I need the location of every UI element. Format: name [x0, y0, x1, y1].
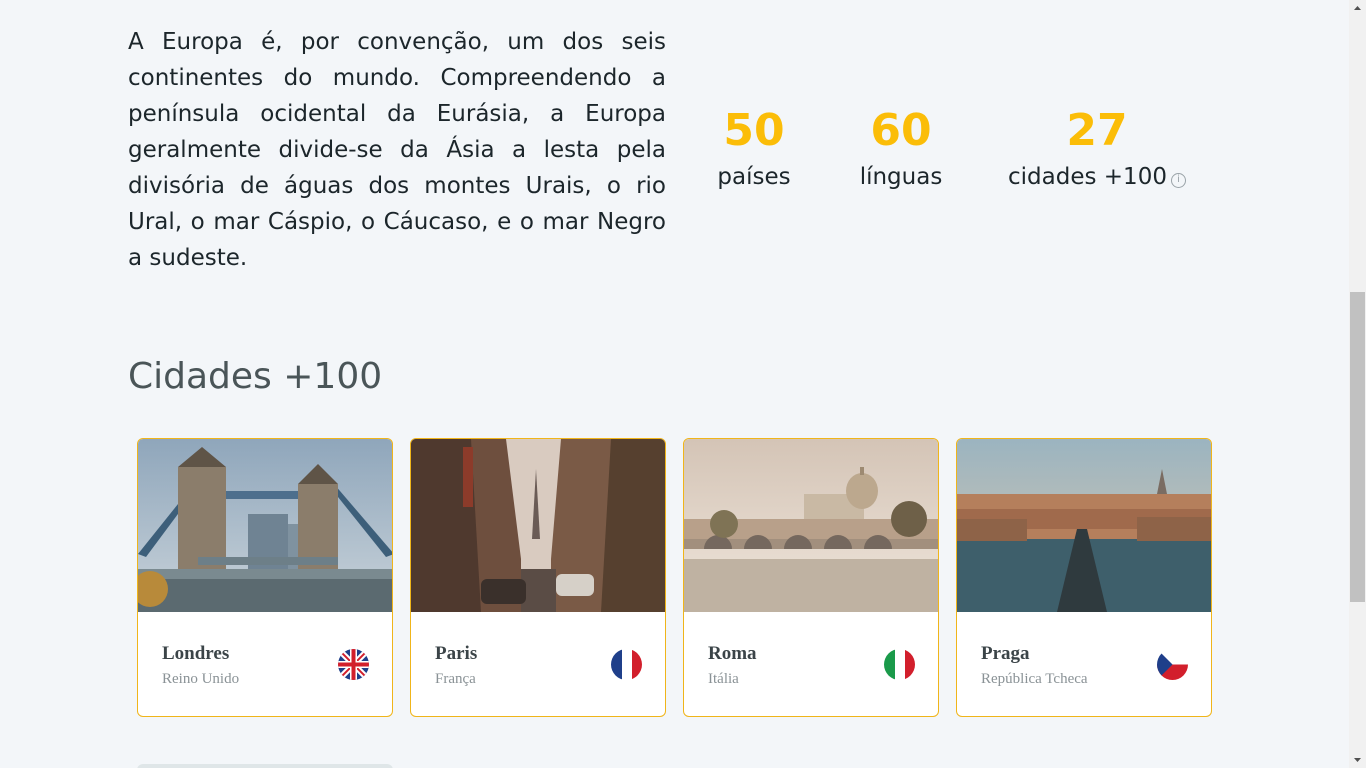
scroll-down-arrow-icon[interactable] [1349, 751, 1366, 768]
city-name: Paris [435, 643, 478, 664]
stat-countries-label: países [717, 164, 791, 190]
city-country: República Tcheca [981, 671, 1088, 687]
intro-paragraph: A Europa é, por convenção, um dos seis c… [128, 29, 666, 271]
scrollbar-thumb[interactable] [1350, 292, 1365, 602]
city-name: Praga [981, 643, 1030, 664]
stat-cities-label: cidades +100 [1008, 164, 1167, 190]
stat-countries-number: 50 [723, 105, 785, 156]
section-title: Cidades +100 [128, 356, 383, 397]
city-card-paris[interactable]: Paris França [410, 438, 666, 717]
uk-flag-icon [338, 649, 369, 680]
city-photo-roma [684, 439, 938, 612]
stat-languages: 60 línguas [848, 100, 954, 192]
city-country: Itália [708, 671, 739, 687]
stat-countries: 50 países [700, 100, 808, 192]
stat-languages-label: línguas [859, 164, 943, 190]
scroll-up-arrow-icon[interactable] [1349, 0, 1366, 17]
city-card-praga[interactable]: Praga República Tcheca [956, 438, 1212, 717]
city-name: Roma [708, 643, 757, 664]
city-photo-paris [411, 439, 665, 612]
city-country: França [435, 671, 476, 687]
city-country: Reino Unido [162, 671, 240, 687]
stat-cities-label-row: cidades +100 i [1002, 162, 1192, 192]
czech-flag-icon [1157, 649, 1188, 680]
page-scrollbar[interactable] [1349, 0, 1366, 768]
city-card-roma[interactable]: Roma Itália [683, 438, 939, 717]
stat-cities: 27 cidades +100 i [1002, 100, 1192, 192]
stats-panel: 50 países 60 línguas 27 cidades +100 i [690, 100, 1210, 210]
city-photo-londres [138, 439, 392, 612]
city-name: Londres [162, 643, 230, 664]
city-photo-praga [957, 439, 1211, 612]
info-icon[interactable]: i [1170, 173, 1186, 188]
city-card-londres[interactable]: Londres Reino Unido [137, 438, 393, 717]
italy-flag-icon [884, 649, 915, 680]
france-flag-icon [611, 649, 642, 680]
stat-cities-number: 27 [1066, 105, 1128, 156]
stat-languages-number: 60 [870, 105, 932, 156]
next-row-card-peek[interactable] [137, 764, 393, 768]
